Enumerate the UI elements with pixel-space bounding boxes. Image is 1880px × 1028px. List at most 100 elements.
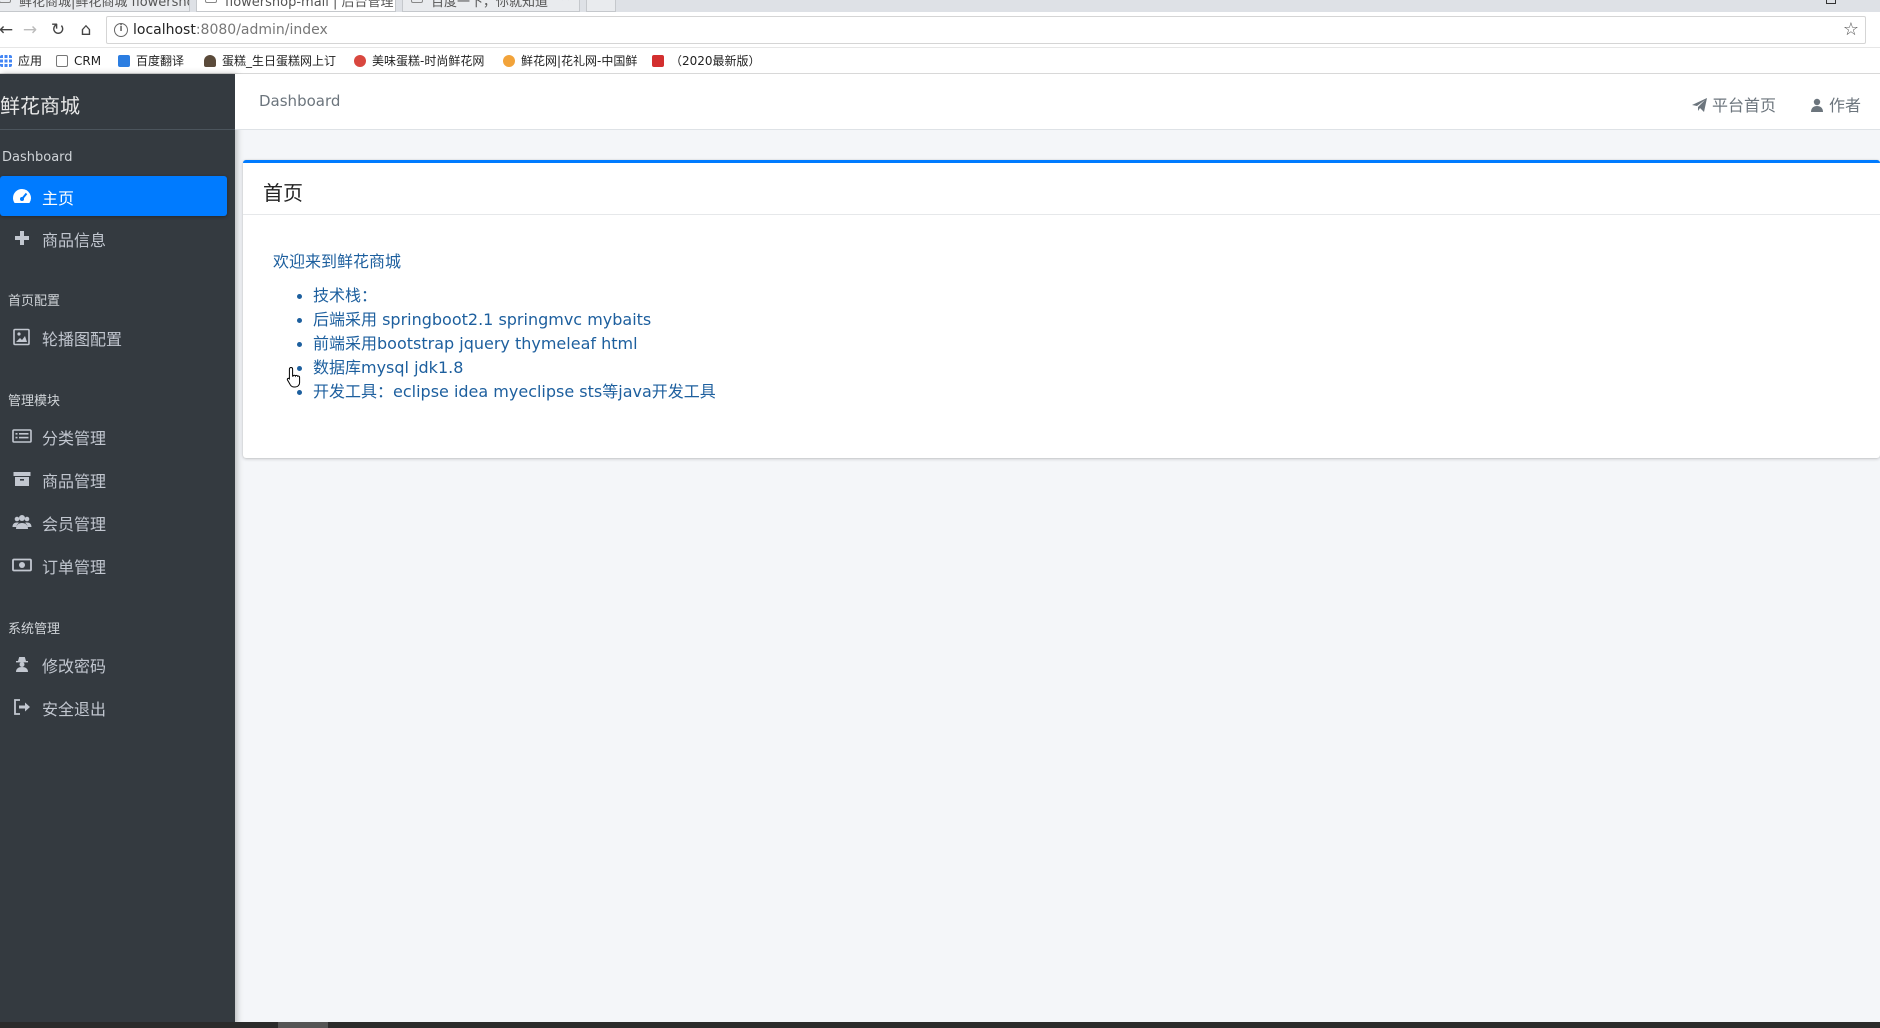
sidebar: 鲜花商城 Dashboard 主页 商品信息 首页配置 轮播图配置 管理模块 分… (0, 74, 235, 1028)
sign-out-icon (14, 699, 30, 715)
bookmark-label: CRM (74, 54, 102, 68)
platform-home-label: 平台首页 (1712, 96, 1777, 115)
breadcrumb[interactable]: Dashboard (259, 92, 340, 110)
url-path: :8080/admin/index (195, 22, 328, 38)
sidebar-item-label: 商品管理 (42, 472, 107, 491)
forward-arrow-icon[interactable]: → (18, 18, 42, 42)
apps-grid-icon (0, 55, 12, 67)
nav-header-home-config: 首页配置 (8, 294, 61, 309)
sidebar-item-home[interactable]: 主页 (0, 176, 227, 216)
nav-header-management: 管理模块 (8, 394, 61, 409)
sidebar-item-product-info[interactable]: 商品信息 (0, 218, 227, 258)
tab-title: 百度一下，你就知道 (431, 0, 549, 10)
archive-icon (13, 472, 31, 486)
page-icon (411, 0, 423, 3)
url-host: localhost (133, 22, 196, 38)
browser-tab[interactable]: 百度一下，你就知道 ✕ (402, 0, 580, 12)
bookmark-hualiwang[interactable]: 鲜花网|花礼网-中国鲜 (503, 51, 637, 71)
bookmark-baidu-fanyi[interactable]: 百度翻译 (118, 51, 184, 71)
sidebar-item-label: 轮播图配置 (42, 330, 123, 349)
nav-header-dashboard: Dashboard (2, 150, 73, 165)
sidebar-item-carousel[interactable]: 轮播图配置 (0, 317, 227, 357)
baidu-translate-icon (118, 55, 130, 67)
platform-home-link[interactable]: 平台首页 (1692, 92, 1776, 116)
home-icon[interactable]: ⌂ (74, 18, 98, 42)
sidebar-item-label: 主页 (42, 189, 75, 208)
c-logo-icon (652, 55, 664, 67)
info-icon[interactable]: i (114, 23, 128, 37)
user-icon (1811, 98, 1823, 112)
list-item: 前端采用bootstrap jquery thymeleaf html (273, 332, 716, 356)
author-label: 作者 (1829, 96, 1862, 115)
bookmark-label: 百度翻译 (136, 54, 185, 68)
page-icon (56, 55, 68, 67)
url-text[interactable]: localhost:8080/admin/index (133, 22, 328, 38)
welcome-text: 欢迎来到鲜花商城 (273, 252, 402, 271)
card-title: 首页 (263, 181, 303, 205)
taskbar-thumb (278, 1022, 328, 1028)
bookmark-cake[interactable]: 蛋糕_生日蛋糕网上订 (204, 51, 336, 71)
sidebar-item-members[interactable]: 会员管理 (0, 502, 227, 542)
brand-text: 鲜花商城 (0, 94, 80, 118)
home-card: 首页 欢迎来到鲜花商城 技术栈： 后端采用 springboot2.1 spri… (243, 160, 1880, 458)
bookmark-star-icon[interactable]: ☆ (1843, 19, 1859, 40)
tachometer-icon (13, 189, 31, 203)
window-restore-icon[interactable] (1826, 0, 1836, 4)
page-icon (0, 0, 11, 3)
browser-tabstrip: 鲜花商城|鲜花商城 flowershop-mall ✕ flowershop-m… (0, 0, 1880, 12)
image-icon (13, 328, 30, 346)
list-item: 后端采用 springboot2.1 springmvc mybaits (273, 308, 716, 332)
flower-site-icon (354, 55, 366, 67)
flower-site-icon (503, 55, 515, 67)
reload-icon[interactable]: ↻ (46, 18, 70, 42)
sidebar-item-category[interactable]: 分类管理 (0, 416, 227, 456)
users-icon (12, 515, 32, 529)
browser-tab[interactable]: 鲜花商城|鲜花商城 flowershop-mall ✕ (0, 0, 190, 12)
bookmark-flowers[interactable]: 美味蛋糕-时尚鲜花网 (354, 51, 484, 71)
tech-stack-list: 技术栈： 后端采用 springboot2.1 springmvc mybait… (273, 284, 716, 404)
browser-tab-active[interactable]: flowershop-mall | 后台管理 ✕ (196, 0, 396, 12)
sidebar-item-label: 修改密码 (42, 657, 107, 676)
paper-plane-icon (1692, 98, 1707, 112)
money-icon (12, 558, 32, 572)
close-icon[interactable]: ✕ (560, 0, 571, 5)
card-header: 首页 (243, 163, 1880, 215)
tab-title: flowershop-mall | 后台管理 (225, 0, 394, 10)
list-icon (12, 429, 32, 443)
bookmark-label: （2020最新版） (670, 54, 761, 68)
list-item: 开发工具：eclipse idea myeclipse sts等java开发工具 (273, 380, 716, 404)
list-item: 技术栈： (273, 284, 716, 308)
sidebar-item-label: 会员管理 (42, 515, 107, 534)
sidebar-item-product-mgmt[interactable]: 商品管理 (0, 459, 227, 499)
nav-header-system: 系统管理 (8, 622, 61, 637)
plus-icon (15, 231, 29, 245)
bookmark-apps[interactable]: 应用 (0, 51, 42, 71)
sidebar-item-logout[interactable]: 安全退出 (0, 687, 227, 727)
brand-link[interactable]: 鲜花商城 (0, 74, 235, 130)
sidebar-item-orders[interactable]: 订单管理 (0, 545, 227, 585)
sidebar-item-label: 安全退出 (42, 700, 107, 719)
sidebar-item-change-password[interactable]: 修改密码 (0, 644, 227, 684)
user-secret-icon (16, 657, 28, 672)
close-icon[interactable]: ✕ (376, 0, 387, 5)
author-link[interactable]: 作者 (1811, 92, 1861, 116)
back-arrow-icon[interactable]: ← (0, 18, 18, 42)
bookmark-crm[interactable]: CRM (56, 51, 101, 71)
bookmark-label: 应用 (18, 54, 43, 68)
close-icon[interactable]: ✕ (170, 0, 181, 5)
sidebar-item-label: 商品信息 (42, 231, 107, 250)
sidebar-item-label: 订单管理 (42, 558, 107, 577)
bookmarks-bar: 应用 CRM 百度翻译 蛋糕_生日蛋糕网上订 美味蛋糕-时尚鲜花网 鲜花网|花礼… (0, 48, 1880, 74)
browser-toolbar: ← → ↻ ⌂ i localhost:8080/admin/index ☆ (0, 12, 1880, 48)
taskbar-strip (0, 1022, 1880, 1028)
bookmark-2020[interactable]: （2020最新版） (652, 51, 761, 71)
new-tab-button[interactable] (586, 0, 616, 12)
hand-cursor-icon (286, 366, 301, 388)
address-bar[interactable]: i localhost:8080/admin/index ☆ (106, 16, 1866, 44)
bookmark-label: 鲜花网|花礼网-中国鲜 (521, 54, 638, 68)
top-navbar: Dashboard 平台首页 作者 (235, 74, 1880, 130)
bookmark-label: 蛋糕_生日蛋糕网上订 (222, 54, 337, 68)
tab-title: 鲜花商城|鲜花商城 flowershop-mall (19, 0, 189, 10)
bookmark-label: 美味蛋糕-时尚鲜花网 (372, 54, 485, 68)
sidebar-item-label: 分类管理 (42, 429, 107, 448)
